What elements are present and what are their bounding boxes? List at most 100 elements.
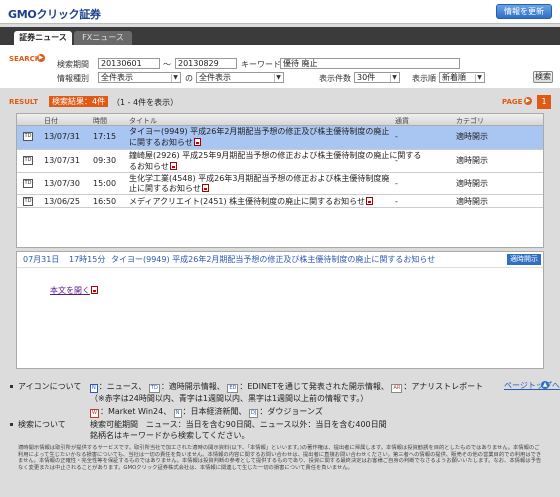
col-date[interactable]: 日付	[44, 116, 58, 126]
row-time: 15:00	[93, 179, 117, 188]
order-select[interactable]: 新着順 ▼	[439, 72, 485, 83]
row-currency: -	[395, 132, 398, 141]
chevron-down-icon: ▼	[390, 74, 398, 82]
date-from-input[interactable]: 20130601	[98, 58, 160, 69]
pdf-icon[interactable]	[366, 197, 374, 205]
detail-title: タイヨー(9949) 平成26年2月期配当予想の修正及び株主優待制度の廃止に関す…	[111, 255, 436, 264]
table-row[interactable]: TD 13/07/30 15:00 生化学工業(4548) 平成26年3月期配当…	[17, 173, 543, 195]
list-header: 日付 時間 タイトル 通貨 カテゴリ	[17, 114, 543, 126]
connector-label: の	[185, 74, 193, 83]
chevron-down-icon: ▼	[274, 74, 282, 82]
arrow-right-icon: ▶	[37, 54, 45, 62]
row-currency: -	[395, 179, 398, 188]
date-to-input[interactable]: 20130829	[175, 58, 237, 69]
row-time: 17:15	[93, 132, 117, 141]
row-title-line1[interactable]: 生化学工業(4548) 平成26年3月期配当予想の修正および株主優待制度廃	[129, 174, 389, 184]
market-win-icon: W	[90, 409, 99, 418]
row-date: 13/07/30	[44, 179, 80, 188]
icons-legend-line1: N ：ニュース、 TD ：適時開示情報、 ED ：EDINETを通じて発表された開示情…	[90, 382, 484, 393]
period-label: 検索期間	[57, 60, 89, 69]
icons-legend-line2: W ：Market Win24、 N ：日本経済新聞、 DJ ：ダウジョーンズ	[90, 407, 323, 418]
detail-time: 17時15分	[69, 255, 106, 264]
page-top-link[interactable]: ページトップへ	[504, 380, 560, 391]
nikkei-icon: N	[173, 409, 182, 418]
td-icon: TD	[23, 197, 33, 206]
gmo-click-logo: GMOクリック証券	[8, 8, 101, 21]
col-category[interactable]: カテゴリ	[456, 116, 484, 126]
search-button[interactable]: 検索	[533, 71, 553, 83]
edinet-icon: ED	[227, 384, 239, 393]
row-currency: -	[395, 156, 398, 165]
table-row[interactable]: TD 13/07/31 17:15 タイヨー(9949) 平成26年2月期配当予…	[17, 126, 543, 150]
count-select[interactable]: 30件 ▼	[354, 72, 400, 83]
result-count-badge: 検索結果：4件	[49, 96, 109, 107]
td-icon: TD	[23, 156, 33, 165]
disclaimer-text: 適時開示情報は取引所が提供するサービスです。取引所当社で加工された適時の開示資料…	[18, 445, 542, 472]
detail-date: 07月31日	[23, 255, 60, 264]
tab-bar: 証券ニュース FXニュース	[0, 27, 560, 45]
col-title[interactable]: タイトル	[129, 116, 157, 126]
row-date: 13/06/25	[44, 197, 80, 206]
info-type-select[interactable]: 全件表示 ▼	[98, 72, 181, 83]
refresh-button[interactable]: 情報を更新	[496, 4, 552, 19]
news-list: 日付 時間 タイトル 通貨 カテゴリ TD 13/07/31 17:15 タイヨ…	[16, 113, 544, 248]
td-icon: TD	[23, 132, 33, 141]
row-title-line1[interactable]: メディアクリエイト(2451) 株主優待制度の廃止に関するお知らせ	[129, 197, 374, 207]
row-date: 13/07/31	[44, 132, 80, 141]
date-separator: ～	[163, 60, 171, 69]
td-icon: TD	[23, 179, 33, 188]
search-legend-label: 検索について	[18, 420, 66, 429]
count-label: 表示件数	[319, 74, 351, 83]
analyst-report-icon: AR	[391, 384, 403, 393]
row-title-line1[interactable]: タイヨー(9949) 平成26年2月期配当予想の修正及び株主優待制度の廃止	[129, 127, 389, 137]
row-title-line1[interactable]: 鐘崎屋(2926) 平成25年9月期配当予想の修正および株主優待制度の廃止に関す…	[129, 151, 421, 161]
news-icon: N	[90, 384, 98, 393]
table-row[interactable]: TD 13/06/25 16:50 メディアクリエイト(2451) 株主優待制度…	[17, 195, 543, 208]
search-note-1: 検索可能期間 ニュース：当日を含む90日間、ニュース以外：当日を含む400日間	[90, 420, 387, 429]
search-note-2: 銘柄名はキーワードから検索してください。	[90, 431, 250, 440]
row-title-line2[interactable]: 止に関するお知らせ	[129, 184, 209, 194]
arrow-up-icon[interactable]: ▲	[541, 381, 549, 389]
detail-header: 07月31日 17時15分 タイヨー(9949) 平成26年2月期配当予想の修正…	[17, 252, 543, 268]
bullet	[10, 385, 13, 388]
page-1-button[interactable]: 1	[537, 95, 551, 109]
col-currency[interactable]: 通貨	[395, 116, 409, 126]
search-section-label: SEARCH	[9, 55, 41, 63]
open-body-link[interactable]: 本文を開く	[50, 285, 98, 296]
row-category: 適時開示	[456, 179, 488, 188]
row-title-line2[interactable]: に関するお知らせ	[129, 138, 201, 148]
row-currency: -	[395, 197, 398, 206]
icons-legend-label: アイコンについて	[18, 382, 82, 391]
col-time[interactable]: 時間	[93, 116, 107, 126]
detail-category-badge: 適時開示	[507, 254, 541, 265]
page-label: PAGE	[502, 98, 523, 106]
arrow-right-icon: ▶	[524, 97, 532, 105]
legend-section: アイコンについて N ：ニュース、 TD ：適時開示情報、 ED ：EDINETを通じ…	[0, 378, 560, 448]
pdf-icon[interactable]	[193, 138, 201, 146]
keyword-input[interactable]: 優待 廃止	[280, 58, 460, 69]
color-note: （※赤字は24時間以内、青字は1週間以内、黒字は1週間以上前の情報です。）	[90, 394, 369, 403]
tab-stock-news[interactable]: 証券ニュース	[14, 31, 72, 45]
tab-fx-news[interactable]: FXニュース	[74, 31, 132, 45]
result-section-label: RESULT	[9, 98, 38, 106]
chevron-down-icon: ▼	[475, 74, 483, 82]
row-category: 適時開示	[456, 156, 488, 165]
sub-type-select[interactable]: 全件表示 ▼	[196, 72, 284, 83]
row-time: 16:50	[93, 197, 117, 206]
pdf-icon[interactable]	[91, 286, 98, 294]
result-range: （1 - 4件を表示）	[112, 98, 179, 107]
pdf-icon[interactable]	[169, 162, 177, 170]
chevron-down-icon: ▼	[171, 74, 179, 82]
row-title-line2[interactable]: るお知らせ	[129, 162, 177, 172]
table-row[interactable]: TD 13/07/31 09:30 鐘崎屋(2926) 平成25年9月期配当予想…	[17, 150, 543, 173]
bullet	[10, 423, 13, 426]
dow-jones-icon: DJ	[249, 409, 259, 418]
info-type-label: 情報種別	[57, 74, 89, 83]
row-category: 適時開示	[456, 132, 488, 141]
row-time: 09:30	[93, 156, 117, 165]
pdf-icon[interactable]	[201, 184, 209, 192]
td-icon: TD	[148, 384, 160, 393]
detail-pane: 07月31日 17時15分 タイヨー(9949) 平成26年2月期配当予想の修正…	[16, 251, 544, 369]
result-bar: RESULT 検索結果：4件 （1 - 4件を表示） PAGE ▶ 1	[0, 94, 560, 110]
app-header: GMOクリック証券 情報を更新	[0, 0, 560, 24]
